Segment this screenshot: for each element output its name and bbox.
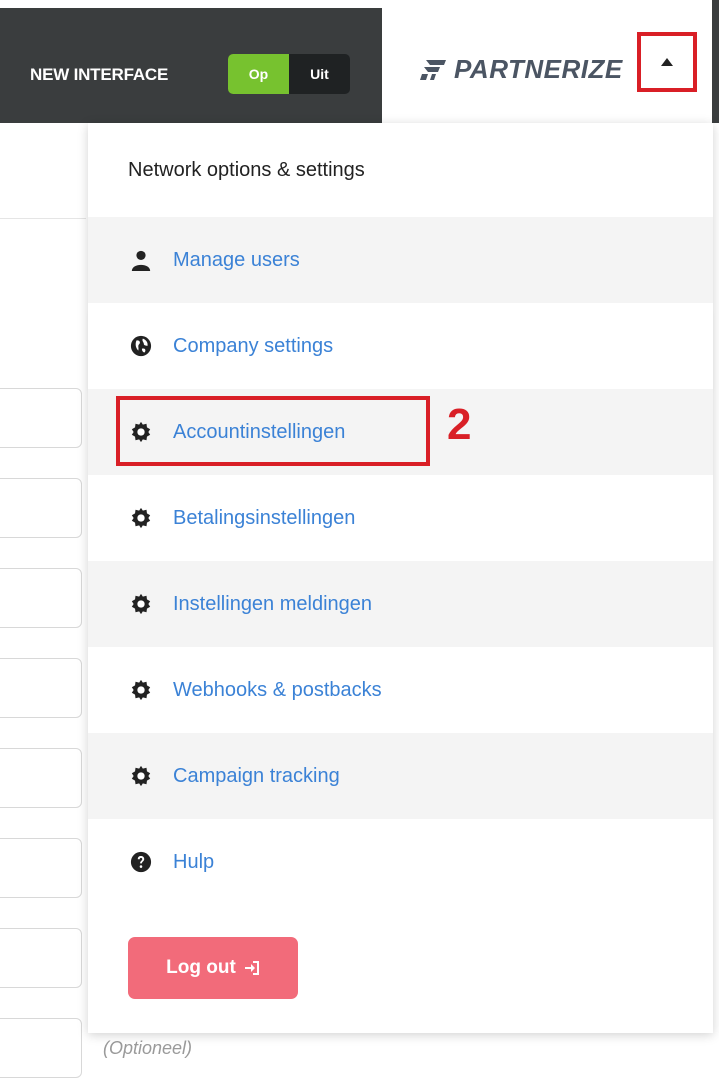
user-icon bbox=[129, 248, 153, 272]
partnerize-logo-icon bbox=[420, 59, 446, 80]
question-circle-icon bbox=[129, 850, 153, 874]
menu-item-label: Webhooks & postbacks bbox=[173, 678, 382, 701]
menu-item-company-settings[interactable]: Company settings bbox=[88, 303, 713, 389]
menu-item-campaign-tracking[interactable]: Campaign tracking bbox=[88, 733, 713, 819]
background-input[interactable] bbox=[0, 568, 82, 628]
background-divider bbox=[0, 218, 86, 219]
gear-icon bbox=[129, 764, 153, 788]
menu-item-payment-settings[interactable]: Betalingsinstellingen bbox=[88, 475, 713, 561]
menu-item-label: Hulp bbox=[173, 850, 215, 873]
menu-item-account-settings[interactable]: Accountinstellingen bbox=[88, 389, 713, 475]
logout-button[interactable]: Log out bbox=[128, 937, 298, 999]
gear-icon bbox=[129, 420, 153, 444]
sign-out-icon bbox=[244, 961, 259, 975]
globe-icon bbox=[129, 334, 153, 358]
gear-icon bbox=[129, 592, 153, 616]
account-menu-toggle[interactable] bbox=[637, 32, 697, 92]
background-input[interactable] bbox=[0, 658, 82, 718]
topbar-edge bbox=[712, 0, 719, 123]
menu-item-label: Campaign tracking bbox=[173, 764, 340, 787]
menu-item-manage-users[interactable]: Manage users bbox=[88, 217, 713, 303]
callout-number-2: 2 bbox=[447, 400, 472, 449]
caret-up-icon bbox=[661, 58, 673, 66]
menu-item-webhooks[interactable]: Webhooks & postbacks bbox=[88, 647, 713, 733]
background-input[interactable] bbox=[0, 838, 82, 898]
menu-header: Network options & settings bbox=[128, 158, 365, 181]
partnerize-logo: PARTNERIZE bbox=[420, 54, 623, 85]
gear-icon bbox=[129, 506, 153, 530]
background-input[interactable] bbox=[0, 748, 82, 808]
brand-name: PARTNERIZE bbox=[454, 54, 623, 84]
optional-hint: (Optioneel) bbox=[103, 1038, 193, 1058]
menu-item-help[interactable]: Hulp bbox=[88, 819, 713, 905]
menu-item-label: Manage users bbox=[173, 248, 300, 271]
interface-toggle[interactable]: Op Uit bbox=[228, 54, 350, 94]
gear-icon bbox=[129, 678, 153, 702]
menu-item-notification-settings[interactable]: Instellingen meldingen bbox=[88, 561, 713, 647]
toggle-off-option[interactable]: Uit bbox=[289, 54, 350, 94]
menu-item-label: Accountinstellingen bbox=[173, 420, 346, 443]
menu-item-label: Instellingen meldingen bbox=[173, 592, 373, 615]
background-input[interactable] bbox=[0, 1018, 82, 1078]
background-input[interactable] bbox=[0, 928, 82, 988]
menu-item-label: Company settings bbox=[173, 334, 334, 357]
toggle-on-option[interactable]: Op bbox=[228, 54, 289, 94]
menu-item-label: Betalingsinstellingen bbox=[173, 506, 356, 529]
new-interface-label: NEW INTERFACE bbox=[30, 65, 169, 84]
background-input[interactable] bbox=[0, 478, 82, 538]
background-input[interactable] bbox=[0, 388, 82, 448]
network-options-menu: Network options & settings Manage users … bbox=[88, 123, 713, 1033]
logout-label: Log out bbox=[166, 957, 236, 978]
topbar-dark-section: NEW INTERFACE Op Uit bbox=[0, 0, 382, 123]
